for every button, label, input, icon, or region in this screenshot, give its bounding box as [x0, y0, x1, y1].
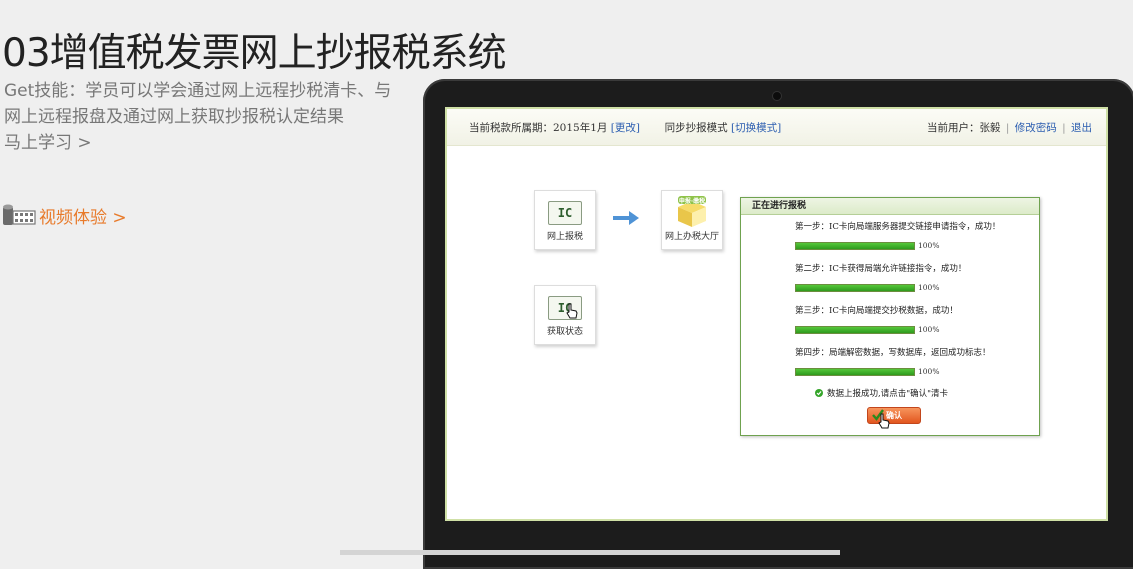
progress-bar: [795, 241, 915, 250]
step-item: 第一步：IC卡向局端服务器提交链接申请指令，成功！ 100%: [795, 221, 1025, 250]
change-password-link[interactable]: 修改密码: [1015, 122, 1057, 134]
step-item: 第四步：局端解密数据，写数据库，返回成功标志！ 100%: [795, 347, 1025, 376]
reporting-dialog: 正在进行报税 第一步：IC卡向局端服务器提交链接申请指令，成功！ 100% 第二…: [740, 197, 1040, 436]
app-topbar: 当前税款所属期：2015年1月 [更改] 同步抄报模式 [切换模式] 当前用户：…: [447, 109, 1106, 146]
tax-hall-badge-text: 申报·缴税: [678, 198, 706, 205]
separator: |: [1005, 122, 1010, 134]
current-user-label: 当前用户：张毅: [927, 122, 1001, 134]
change-period-link[interactable]: [更改]: [611, 122, 640, 134]
progress-percent: 100%: [918, 283, 940, 292]
tax-period-label: 当前税款所属期：2015年1月: [469, 122, 608, 134]
progress-percent: 100%: [918, 325, 940, 334]
tile-label: 网上办税大厅: [664, 232, 719, 242]
ic-card-icon: IC: [548, 201, 582, 225]
progress-bar: [795, 283, 915, 292]
description-block: Get技能：学员可以学会通过网上远程抄税清卡、与网上远程报盘及通过网上获取抄报税…: [4, 78, 394, 156]
progress-bar: [795, 325, 915, 334]
learn-now-link[interactable]: 马上学习 >: [4, 130, 394, 156]
ok-check-icon: [815, 389, 823, 397]
tile-tax-hall[interactable]: 申报·缴税 网上办税大厅: [661, 190, 723, 250]
video-experience-link[interactable]: 视频体验 >: [2, 202, 127, 228]
page-title: 03增值税发票网上抄报税系统: [2, 31, 507, 77]
separator: |: [1062, 122, 1066, 134]
step-item: 第二步：IC卡获得局端允许链接指令，成功！ 100%: [795, 263, 1025, 292]
film-reel-icon: [3, 204, 36, 225]
confirm-button[interactable]: 确认: [867, 407, 921, 429]
progress-bar: [795, 367, 915, 376]
hand-cursor-icon: [566, 303, 578, 319]
success-text: 数据上报成功,请点击"确认"清卡: [827, 389, 949, 399]
tile-online-report[interactable]: IC 网上报税: [534, 190, 596, 250]
step-text: 第三步：IC卡向局端提交抄税数据，成功！: [795, 306, 958, 316]
logout-link[interactable]: 退出: [1071, 122, 1092, 134]
success-message: 数据上报成功,请点击"确认"清卡: [815, 387, 948, 399]
laptop-base: [340, 550, 840, 555]
progress-percent: 100%: [918, 367, 940, 376]
description-text: Get技能：学员可以学会通过网上远程抄税清卡、与网上远程报盘及通过网上获取抄报税…: [4, 81, 392, 127]
dialog-title: 正在进行报税: [741, 198, 1039, 215]
step-text: 第二步：IC卡获得局端允许链接指令，成功！: [795, 264, 967, 274]
progress-percent: 100%: [918, 241, 940, 250]
tile-get-status[interactable]: IC 获取状态: [534, 285, 596, 345]
tile-label: 获取状态: [546, 327, 583, 337]
step-item: 第三步：IC卡向局端提交抄税数据，成功！ 100%: [795, 305, 1025, 334]
laptop-frame: 当前税款所属期：2015年1月 [更改] 同步抄报模式 [切换模式] 当前用户：…: [423, 79, 1133, 569]
mode-label: 同步抄报模式: [664, 122, 728, 134]
step-text: 第四步：局端解密数据，写数据库，返回成功标志！: [795, 348, 991, 358]
webcam-icon: [773, 92, 781, 100]
arrow-right-icon: [613, 211, 639, 225]
app-screen: 当前税款所属期：2015年1月 [更改] 同步抄报模式 [切换模式] 当前用户：…: [445, 107, 1108, 521]
video-link-label: 视频体验 >: [39, 207, 127, 228]
step-text: 第一步：IC卡向局端服务器提交链接申请指令，成功！: [795, 222, 1001, 232]
hand-cursor-icon: [878, 413, 890, 429]
tile-label: 网上报税: [546, 232, 583, 242]
switch-mode-link[interactable]: [切换模式]: [731, 122, 781, 134]
